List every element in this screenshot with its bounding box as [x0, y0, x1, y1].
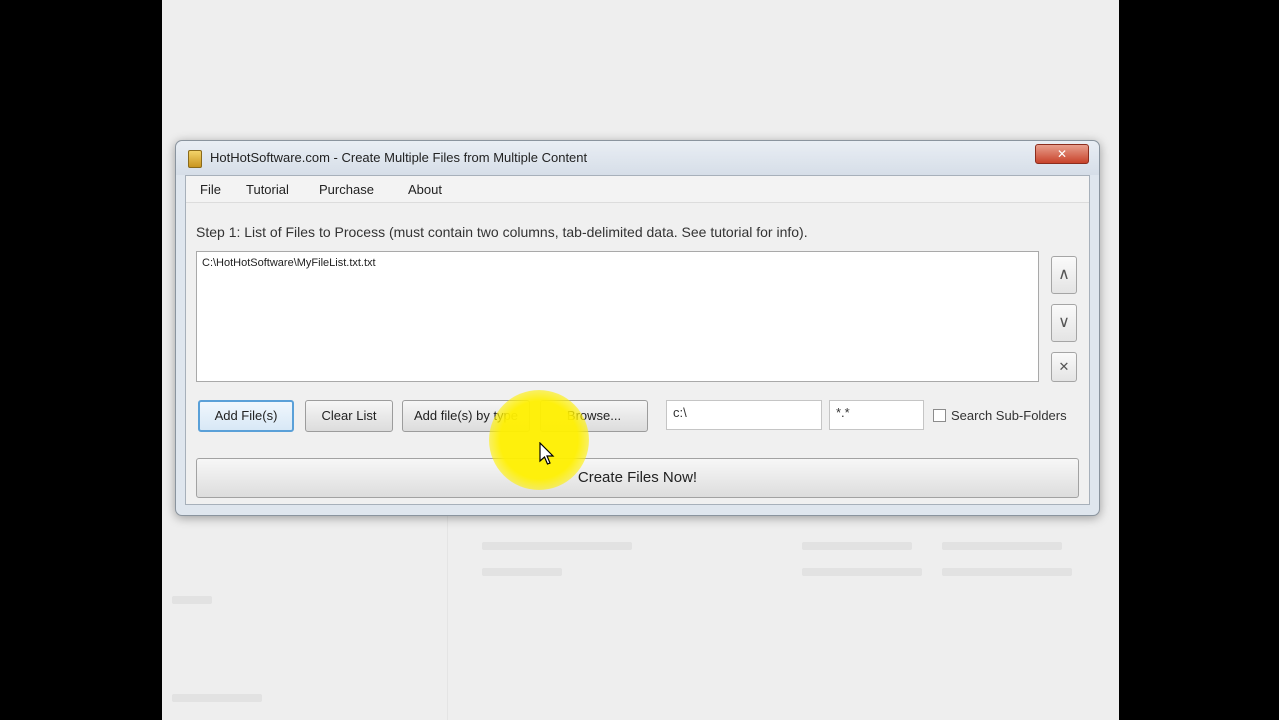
background-row — [482, 568, 562, 576]
app-window: HotHotSoftware.com - Create Multiple Fil… — [175, 140, 1100, 516]
mouse-pointer-icon — [539, 442, 555, 465]
list-item[interactable]: C:\HotHotSoftware\MyFileList.txt.txt — [202, 257, 376, 269]
browse-button[interactable]: Browse... — [540, 400, 648, 432]
clear-list-button[interactable]: Clear List — [305, 400, 393, 432]
background-row — [482, 542, 632, 550]
remove-item-button[interactable]: ✕ — [1051, 352, 1077, 382]
background-row — [942, 542, 1062, 550]
app-icon — [188, 150, 202, 168]
menu-about[interactable]: About — [408, 182, 442, 197]
move-down-button[interactable]: ∨ — [1051, 304, 1077, 342]
search-subfolders-label: Search Sub-Folders — [951, 408, 1067, 423]
add-files-by-type-button[interactable]: Add file(s) by type — [402, 400, 530, 432]
background-row — [802, 568, 922, 576]
chevron-up-icon: ∧ — [1058, 266, 1070, 283]
menu-tutorial[interactable]: Tutorial — [246, 182, 289, 197]
menu-file[interactable]: File — [200, 182, 221, 197]
close-icon: ✕ — [1058, 359, 1070, 374]
background-row — [942, 568, 1072, 576]
menu-purchase[interactable]: Purchase — [319, 182, 374, 197]
background-row — [802, 542, 912, 550]
window-title: HotHotSoftware.com - Create Multiple Fil… — [210, 150, 588, 165]
background-row — [172, 596, 212, 604]
filter-input[interactable]: *.* — [829, 400, 924, 430]
create-files-button[interactable]: Create Files Now! — [196, 458, 1079, 498]
add-files-button[interactable]: Add File(s) — [198, 400, 294, 432]
close-button[interactable]: ✕ — [1035, 144, 1089, 164]
title-bar[interactable]: HotHotSoftware.com - Create Multiple Fil… — [176, 141, 1099, 175]
file-list[interactable]: C:\HotHotSoftware\MyFileList.txt.txt — [196, 251, 1039, 382]
client-area: File Tutorial Purchase About Step 1: Lis… — [185, 175, 1090, 505]
search-subfolders-checkbox[interactable] — [933, 409, 946, 422]
move-up-button[interactable]: ∧ — [1051, 256, 1077, 294]
step1-label: Step 1: List of Files to Process (must c… — [196, 224, 808, 240]
background-row — [172, 694, 262, 702]
chevron-down-icon: ∨ — [1058, 314, 1070, 331]
folder-input[interactable]: c:\ — [666, 400, 822, 430]
menu-bar: File Tutorial Purchase About — [186, 176, 1089, 203]
